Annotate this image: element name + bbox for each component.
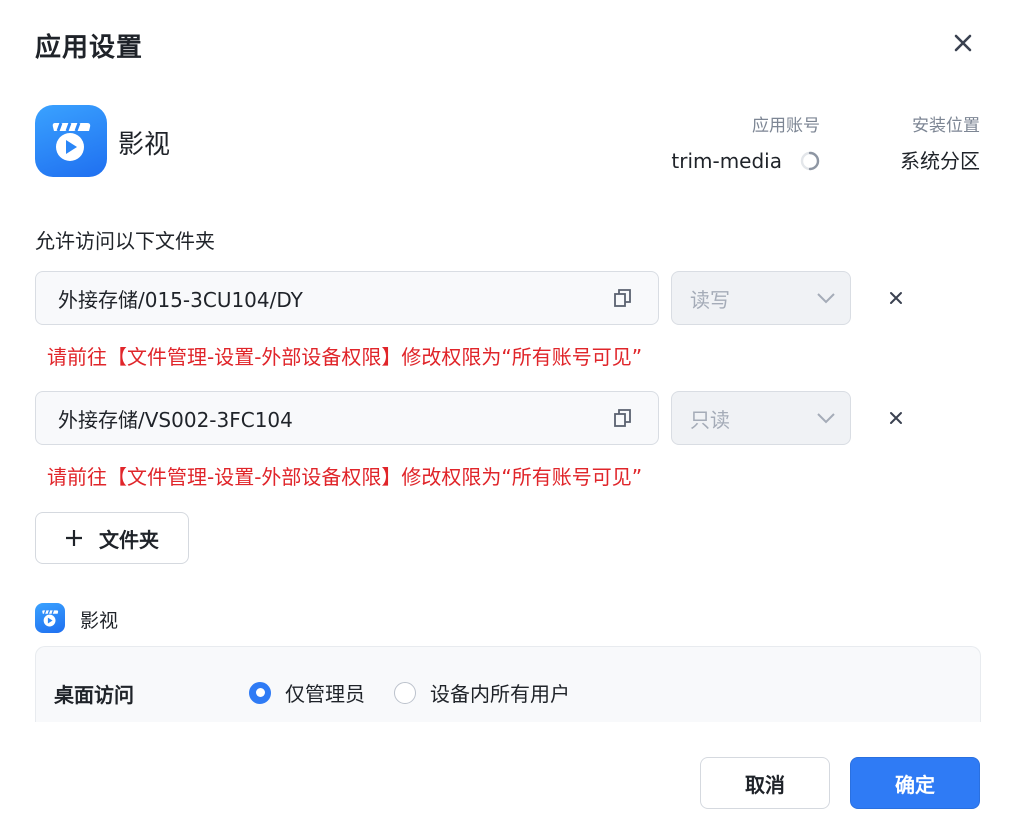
folder-path-field[interactable]: 外接存储/015-3CU104/DY (35, 271, 659, 325)
location-info: 安装位置 系统分区 (840, 114, 980, 176)
folder-path-field[interactable]: 外接存储/VS002-3FC104 (35, 391, 659, 445)
copy-icon[interactable] (612, 407, 634, 429)
remove-folder-button[interactable] (885, 407, 907, 429)
chevron-down-icon (817, 293, 835, 304)
radio-checked-icon (249, 681, 271, 704)
folder-warning: 请前往【文件管理-设置-外部设备权限】修改权限为“所有账号可见” (47, 465, 643, 489)
desktop-access-label: 桌面访问 (54, 683, 134, 707)
dialog-title: 应用设置 (35, 33, 144, 63)
location-label: 安装位置 (912, 116, 980, 136)
permission-select[interactable]: 只读 (671, 391, 851, 445)
close-icon (954, 34, 972, 52)
location-value: 系统分区 (900, 149, 980, 173)
folder-path: 外接存储/015-3CU104/DY (58, 287, 303, 312)
folders-section-label: 允许访问以下文件夹 (35, 229, 215, 253)
copy-icon[interactable] (612, 287, 634, 309)
app-icon (35, 603, 65, 633)
folder-path: 外接存储/VS002-3FC104 (58, 407, 293, 432)
radio-unchecked-icon (394, 681, 416, 704)
clapperboard-play-icon (52, 122, 91, 161)
add-folder-button[interactable]: 文件夹 (35, 512, 189, 564)
radio-label: 设备内所有用户 (430, 682, 570, 706)
add-folder-label: 文件夹 (99, 527, 159, 552)
close-icon (890, 412, 902, 424)
radio-label: 仅管理员 (285, 682, 365, 706)
loading-spinner-icon (800, 151, 820, 171)
dialog-footer: 取消 确定 (0, 722, 1018, 818)
confirm-button[interactable]: 确定 (850, 757, 980, 809)
clapperboard-play-icon (42, 610, 59, 627)
app-icon (35, 105, 107, 177)
account-value-row: trim-media (640, 146, 820, 176)
folder-warning: 请前往【文件管理-设置-外部设备权限】修改权限为“所有账号可见” (47, 345, 643, 369)
access-app-name: 影视 (80, 610, 119, 632)
cancel-button[interactable]: 取消 (700, 757, 830, 809)
account-value: trim-media (671, 149, 782, 173)
radio-admin-only[interactable]: 仅管理员 (249, 678, 365, 707)
folder-row: 外接存储/015-3CU104/DY 读写 (35, 271, 981, 325)
permission-select[interactable]: 读写 (671, 271, 851, 325)
plus-icon (66, 530, 82, 546)
account-label: 应用账号 (752, 116, 820, 136)
permission-value: 只读 (690, 407, 730, 432)
chevron-down-icon (817, 413, 835, 424)
app-name: 影视 (118, 130, 171, 160)
close-icon (890, 292, 902, 304)
close-button[interactable] (948, 28, 978, 58)
app-settings-dialog: 应用设置 影视 应用账号 trim-media 安装位置 系统分区 允许访问以下… (0, 0, 1018, 818)
folder-row: 外接存储/VS002-3FC104 只读 (35, 391, 981, 445)
radio-all-users[interactable]: 设备内所有用户 (394, 678, 570, 707)
account-info: 应用账号 trim-media (640, 114, 820, 176)
permission-value: 读写 (690, 287, 730, 312)
remove-folder-button[interactable] (885, 287, 907, 309)
